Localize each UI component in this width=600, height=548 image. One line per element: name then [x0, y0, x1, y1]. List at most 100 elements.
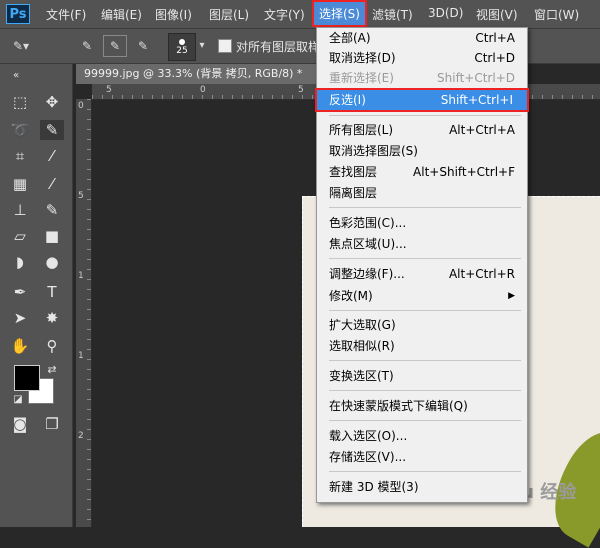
item-label: 变换选区(T): [329, 369, 394, 383]
sample-all-layers-checkbox[interactable]: [218, 39, 232, 53]
brush-size-picker[interactable]: 25: [168, 33, 196, 61]
item-shortcut: Alt+Shift+Ctrl+F: [413, 165, 515, 179]
dodge-tool-icon[interactable]: ●: [40, 252, 64, 272]
menu-item-isolate-layers[interactable]: 隔离图层: [329, 183, 517, 203]
quick-selection-preset-icon[interactable]: ✎▾: [10, 36, 32, 56]
item-label: 焦点区域(U)...: [329, 237, 407, 251]
zoom-tool-icon[interactable]: ⚲: [40, 336, 64, 356]
hand-tool-icon[interactable]: ✋: [8, 336, 32, 356]
item-label: 存储选区(V)...: [329, 450, 407, 464]
menu-edit[interactable]: 编辑(E): [101, 6, 142, 23]
menu-filter[interactable]: 滤镜(T): [372, 6, 413, 23]
item-label: 重新选择(E): [329, 71, 394, 85]
menu-layer[interactable]: 图层(L): [209, 6, 249, 23]
screen-mode-icon[interactable]: ❐: [40, 414, 64, 434]
type-tool-icon[interactable]: T: [40, 282, 64, 302]
history-brush-icon[interactable]: ✎: [40, 200, 64, 220]
item-label: 在快速蒙版模式下编辑(Q): [329, 399, 468, 413]
menu-image[interactable]: 图像(I): [155, 6, 192, 23]
foreground-color-swatch[interactable]: [14, 365, 40, 391]
item-label: 调整边缘(F)...: [329, 267, 405, 281]
document-tab[interactable]: 99999.jpg @ 33.3% (背景 拷贝, RGB/8) *: [76, 64, 320, 84]
menu-item-grow[interactable]: 扩大选取(G): [329, 315, 517, 335]
eraser-tool-icon[interactable]: ▱: [8, 226, 32, 246]
menu-view[interactable]: 视图(V): [476, 6, 518, 23]
menu-window[interactable]: 窗口(W): [534, 6, 579, 23]
item-label: 取消选择图层(S): [329, 144, 418, 158]
menu-bar: Ps 文件(F) 编辑(E) 图像(I) 图层(L) 文字(Y) 选择(S) 滤…: [0, 0, 600, 29]
shape-tool-icon[interactable]: ✸: [40, 308, 64, 328]
sample-all-layers-label: 对所有图层取样: [236, 40, 321, 54]
menu-separator: [329, 390, 521, 391]
item-label: 查找图层: [329, 165, 378, 179]
tools-panel: « ⬚ ✥ ➰ ✎ ⌗ ⁄ ▦ ⁄ ⊥ ✎ ▱ ■ ◗ ● ✒ T ➤ ✸ ✋ …: [0, 64, 73, 527]
photoshop-logo: Ps: [6, 4, 30, 24]
subtract-selection-icon[interactable]: ✎: [132, 36, 154, 56]
item-shortcut: Ctrl+D: [474, 51, 515, 65]
item-shortcut: Ctrl+A: [475, 31, 515, 45]
menu-item-save-selection[interactable]: 存储选区(V)...: [329, 447, 517, 467]
menu-3d[interactable]: 3D(D): [428, 6, 463, 20]
marquee-tool-icon[interactable]: ⬚: [8, 92, 32, 112]
move-tool-icon[interactable]: ✥: [40, 92, 64, 112]
menu-separator: [329, 310, 521, 311]
quick-selection-tool-icon[interactable]: ✎: [40, 120, 64, 140]
menu-item-focus-area[interactable]: 焦点区域(U)...: [329, 234, 517, 254]
menu-item-modify[interactable]: 修改(M) ▶: [329, 286, 517, 306]
add-to-selection-icon[interactable]: ✎: [103, 35, 127, 57]
item-shortcut: Shift+Ctrl+D: [437, 71, 515, 85]
menu-separator: [329, 207, 521, 208]
ruler-tick: 5: [106, 85, 112, 95]
stamp-tool-icon[interactable]: ⊥: [8, 200, 32, 220]
menu-item-load-selection[interactable]: 载入选区(O)...: [329, 426, 517, 446]
menu-item-quick-mask[interactable]: 在快速蒙版模式下编辑(Q): [329, 396, 517, 416]
pen-tool-icon[interactable]: ✒: [8, 282, 32, 302]
item-label: 色彩范围(C)...: [329, 216, 407, 230]
menu-item-transform-selection[interactable]: 变换选区(T): [329, 366, 517, 386]
menu-separator: [329, 471, 521, 472]
menu-file[interactable]: 文件(F): [46, 6, 86, 23]
submenu-arrow-icon: ▶: [508, 291, 515, 301]
swap-colors-icon[interactable]: ⇄: [40, 360, 64, 380]
item-label: 选取相似(R): [329, 339, 395, 353]
crop-tool-icon[interactable]: ⌗: [8, 146, 32, 166]
collapse-icon[interactable]: «: [4, 66, 28, 86]
item-label: 扩大选取(G): [329, 318, 396, 332]
menu-item-inverse[interactable]: 反选(I) Shift+Ctrl+I: [315, 88, 529, 112]
menu-item-reselect: 重新选择(E) Shift+Ctrl+D: [329, 68, 517, 88]
item-label: 所有图层(L): [329, 123, 394, 137]
item-label: 修改(M): [329, 289, 373, 303]
brush-tool-icon[interactable]: ⁄: [40, 174, 64, 194]
menu-item-all[interactable]: 全部(A) Ctrl+A: [329, 28, 517, 48]
new-selection-icon[interactable]: ✎: [76, 36, 98, 56]
menu-select[interactable]: 选择(S): [312, 0, 367, 27]
menu-separator: [329, 115, 521, 116]
item-shortcut: Shift+Ctrl+I: [440, 93, 513, 107]
menu-item-new-3d-model[interactable]: 新建 3D 模型(3): [329, 477, 517, 497]
select-menu-dropdown: 全部(A) Ctrl+A 取消选择(D) Ctrl+D 重新选择(E) Shift+C…: [315, 27, 529, 503]
ruler-tick: 0: [200, 85, 206, 95]
brush-dot-icon: [179, 39, 185, 45]
quick-mask-icon[interactable]: ◙: [8, 414, 32, 434]
menu-item-deselect[interactable]: 取消选择(D) Ctrl+D: [329, 48, 517, 68]
item-label: 反选(I): [329, 93, 366, 107]
eyedropper-tool-icon[interactable]: ⁄: [40, 146, 64, 166]
menu-item-find-layers[interactable]: 查找图层 Alt+Shift+Ctrl+F: [329, 162, 517, 182]
menu-type[interactable]: 文字(Y): [264, 6, 305, 23]
item-label: 隔离图层: [329, 186, 378, 200]
ruler-tick: 5: [78, 191, 84, 201]
menu-item-color-range[interactable]: 色彩范围(C)...: [329, 213, 517, 233]
item-label: 载入选区(O)...: [329, 429, 408, 443]
healing-tool-icon[interactable]: ▦: [8, 174, 32, 194]
blur-tool-icon[interactable]: ◗: [8, 252, 32, 272]
default-colors-icon[interactable]: ◪: [6, 390, 30, 410]
path-selection-icon[interactable]: ➤: [8, 308, 32, 328]
chevron-down-icon[interactable]: ▾: [196, 36, 208, 56]
menu-item-similar[interactable]: 选取相似(R): [329, 336, 517, 356]
menu-item-deselect-layers[interactable]: 取消选择图层(S): [329, 141, 517, 161]
lasso-tool-icon[interactable]: ➰: [8, 120, 32, 140]
gradient-tool-icon[interactable]: ■: [40, 226, 64, 246]
menu-item-all-layers[interactable]: 所有图层(L) Alt+Ctrl+A: [329, 120, 517, 140]
menu-item-refine-edge[interactable]: 调整边缘(F)... Alt+Ctrl+R: [329, 264, 517, 284]
brush-size-value: 25: [176, 46, 188, 56]
